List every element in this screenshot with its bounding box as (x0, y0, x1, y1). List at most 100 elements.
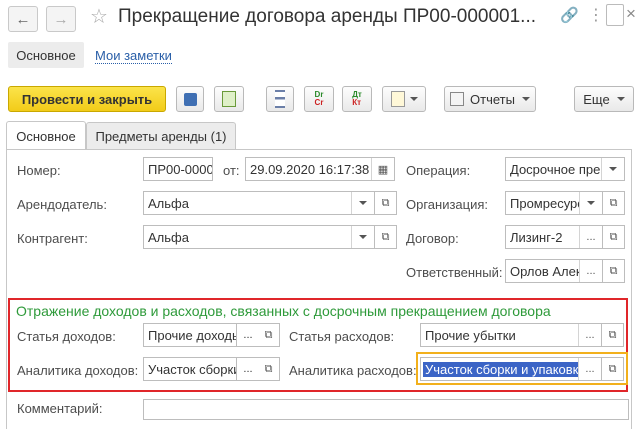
choose-ellipsis-icon[interactable]: ... (579, 260, 602, 282)
dr-cr-icon: Dr Cr (314, 90, 324, 107)
income-item-label: Статья доходов: (17, 329, 116, 344)
open-responsible-button[interactable]: ⧉ (603, 259, 625, 283)
expense-item-value: Прочие убытки (425, 327, 516, 343)
choose-ellipsis-icon[interactable]: ... (578, 324, 601, 346)
open-expense-analytics-button[interactable]: ⧉ (602, 357, 624, 381)
organization-value: Промресурс (510, 195, 579, 211)
calendar-icon[interactable]: ▦ (371, 158, 394, 180)
create-based-on-button[interactable] (382, 86, 426, 112)
dropdown-arrow-icon[interactable] (601, 158, 624, 180)
chevron-down-icon (616, 97, 625, 101)
open-income-item-button[interactable]: ⧉ (258, 323, 280, 347)
responsible-value: Орлов Алек (510, 263, 579, 279)
operation-value: Досрочное пре (510, 161, 601, 177)
comment-field[interactable] (143, 399, 629, 420)
post-and-close-button[interactable]: Провести и закрыть (8, 86, 166, 112)
open-form-icon: ⧉ (264, 362, 273, 375)
open-expense-item-button[interactable]: ⧉ (602, 323, 624, 347)
responsible-label: Ответственный: (406, 265, 503, 280)
dropdown-arrow-icon[interactable] (579, 192, 602, 214)
dropdown-arrow-icon[interactable] (351, 192, 374, 214)
list-icon (275, 90, 285, 108)
expense-item-label: Статья расходов: (289, 329, 395, 344)
back-button[interactable]: ← (8, 6, 38, 32)
open-lessor-button[interactable]: ⧉ (375, 191, 397, 215)
date-value: 29.09.2020 16:17:38 (250, 161, 370, 177)
comment-label: Комментарий: (17, 401, 103, 416)
open-form-icon: ⧉ (609, 264, 618, 277)
income-analytics-label: Аналитика доходов: (17, 363, 139, 378)
open-form-icon: ⧉ (264, 328, 273, 341)
dt-kt-icon: Дт Кт (352, 90, 362, 107)
reports-button[interactable]: Отчеты (444, 86, 536, 112)
expense-item-field[interactable]: Прочие убытки ... (420, 323, 602, 347)
expense-analytics-field[interactable]: Участок сборки и упаковки ... (420, 357, 602, 381)
choose-ellipsis-icon: ... (243, 363, 253, 375)
date-from-label: от: (223, 163, 240, 178)
star-icon[interactable]: ☆ (90, 4, 108, 29)
operation-select[interactable]: Досрочное пре (505, 157, 625, 181)
number-label: Номер: (17, 163, 61, 178)
contract-field[interactable]: Лизинг-2 ... (505, 225, 603, 249)
income-item-choose-button[interactable]: ... (236, 323, 260, 347)
organization-field[interactable]: Промресурс (505, 191, 603, 215)
arrow-left-icon: ← (15, 10, 31, 28)
choose-ellipsis-icon[interactable]: ... (578, 358, 601, 380)
open-form-icon: ⧉ (608, 362, 617, 375)
number-value: ПР00-0000 (148, 161, 212, 177)
reports-label: Отчеты (470, 91, 515, 107)
lessor-field[interactable]: Альфа (143, 191, 375, 215)
income-analytics-value: Участок сборки (148, 361, 237, 377)
open-income-analytics-button[interactable]: ⧉ (258, 357, 280, 381)
tab-lease-items[interactable]: Предметы аренды (1) (86, 122, 236, 150)
lessor-label: Арендодатель: (17, 197, 107, 212)
number-field[interactable]: ПР00-0000 (143, 157, 213, 181)
open-contract-button[interactable]: ⧉ (603, 225, 625, 249)
floppy-disk-icon (183, 92, 197, 106)
forward-button[interactable]: → (46, 6, 76, 32)
maximize-icon[interactable] (606, 4, 624, 26)
choose-ellipsis-icon[interactable]: ... (579, 226, 602, 248)
organization-label: Организация: (406, 197, 489, 212)
expense-analytics-label: Аналитика расходов: (289, 363, 417, 378)
operation-label: Операция: (406, 163, 471, 178)
counterparty-value: Альфа (148, 229, 189, 245)
income-item-field[interactable]: Прочие доходы (143, 323, 238, 347)
post-document-icon (222, 91, 236, 107)
open-form-icon: ⧉ (381, 196, 390, 209)
debit-credit-button[interactable]: Dr Cr (304, 86, 334, 112)
save-button[interactable] (176, 86, 204, 112)
dropdown-arrow-icon[interactable] (351, 226, 374, 248)
more-button[interactable]: Еще (574, 86, 634, 112)
date-field[interactable]: 29.09.2020 16:17:38 ▦ (245, 157, 395, 181)
income-analytics-field[interactable]: Участок сборки (143, 357, 238, 381)
open-form-icon: ⧉ (608, 328, 617, 341)
open-form-icon: ⧉ (609, 196, 618, 209)
close-icon[interactable]: × (626, 4, 636, 24)
link-icon[interactable]: 🔗 (560, 6, 579, 24)
expense-analytics-value-wrap: Участок сборки и упаковки (421, 361, 578, 377)
tab-main[interactable]: Основное (6, 121, 86, 150)
chevron-down-icon (409, 97, 418, 101)
dt-kt-button[interactable]: Дт Кт (342, 86, 372, 112)
more-label: Еще (583, 91, 610, 107)
open-counterparty-button[interactable]: ⧉ (375, 225, 397, 249)
window-title: Прекращение договора аренды ПР00-000001.… (118, 6, 537, 27)
report-icon (450, 92, 465, 106)
contract-value: Лизинг-2 (510, 229, 563, 245)
post-button[interactable] (214, 86, 244, 112)
income-analytics-choose-button[interactable]: ... (236, 357, 260, 381)
choose-ellipsis-icon: ... (243, 329, 253, 341)
counterparty-field[interactable]: Альфа (143, 225, 375, 249)
section-main[interactable]: Основное (8, 42, 84, 68)
kebab-icon[interactable]: ⋮ (588, 5, 604, 25)
open-form-icon: ⧉ (609, 230, 618, 243)
responsible-field[interactable]: Орлов Алек ... (505, 259, 603, 283)
open-organization-button[interactable]: ⧉ (603, 191, 625, 215)
lessor-value: Альфа (148, 195, 189, 211)
list-button[interactable] (266, 86, 294, 112)
arrow-right-icon: → (53, 10, 69, 28)
expense-analytics-value: Участок сборки и упаковки (423, 361, 578, 377)
document-clock-icon (390, 91, 405, 107)
section-notes-link[interactable]: Мои заметки (95, 48, 172, 64)
